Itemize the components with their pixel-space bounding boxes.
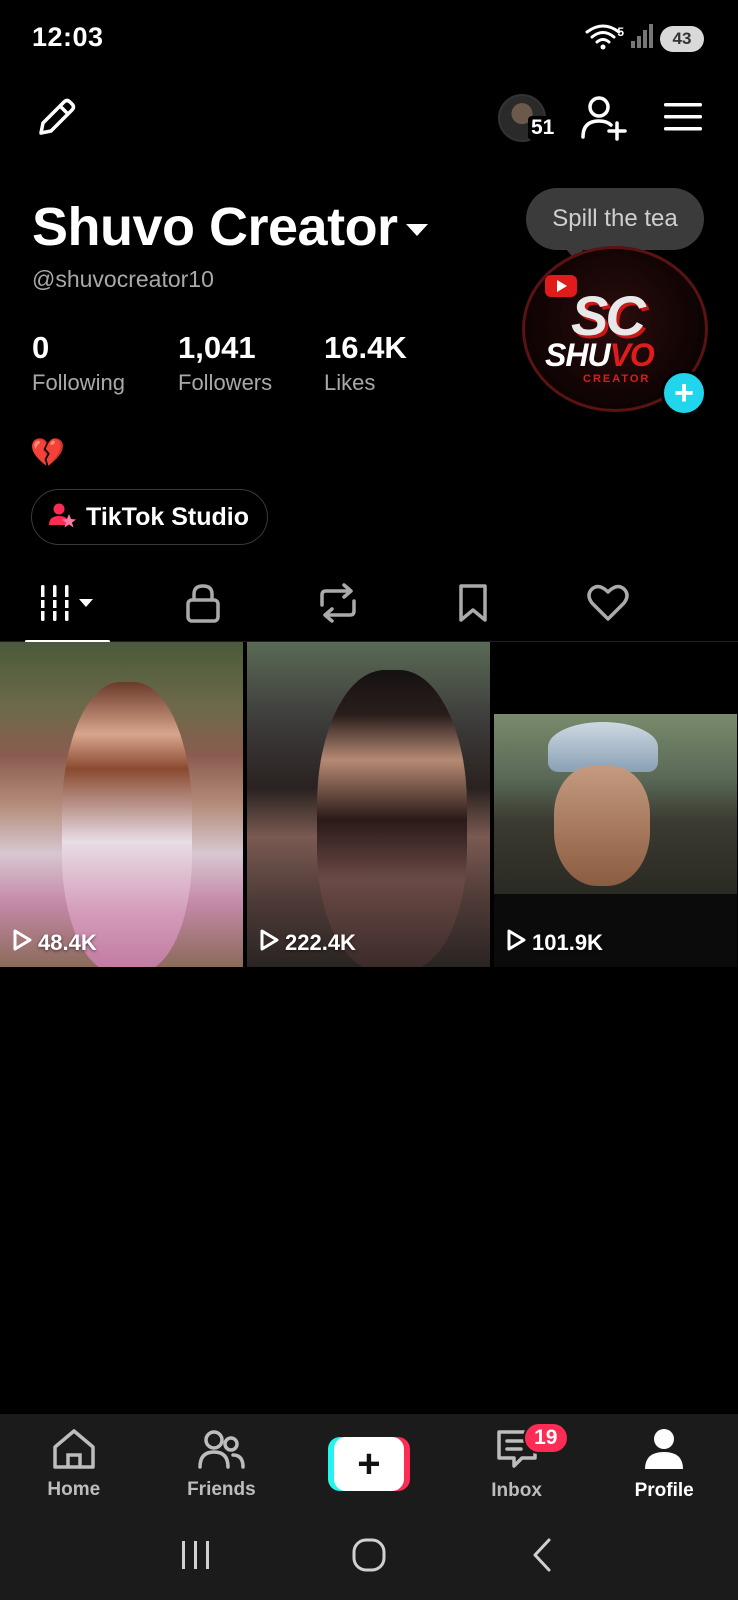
profile-tabs <box>0 568 738 643</box>
play-icon <box>506 929 526 957</box>
note-bubble[interactable]: Spill the tea <box>526 188 704 260</box>
create-button[interactable]: + <box>327 1437 410 1491</box>
nav-label: Inbox <box>491 1479 542 1501</box>
status-bar: 12:03 5 43 <box>0 0 738 80</box>
video-tile[interactable]: 222.4K <box>247 642 490 967</box>
view-count: 222.4K <box>259 929 356 957</box>
avatar-logo-name-a: SHU <box>545 337 611 373</box>
play-icon <box>259 929 279 957</box>
status-time: 12:03 <box>32 22 104 52</box>
nav-inbox[interactable]: Inbox 19 <box>443 1414 591 1514</box>
stat-label: Likes <box>324 370 376 395</box>
view-count-value: 101.9K <box>532 930 603 955</box>
back-system-button[interactable] <box>512 1532 572 1582</box>
studio-button-label: TikTok Studio <box>86 502 249 531</box>
view-count: 48.4K <box>12 929 97 957</box>
avatar-logo-name-b: VO <box>609 337 655 373</box>
add-avatar-button[interactable]: + <box>661 370 707 416</box>
profile-display-name: Shuvo Creator <box>32 197 398 257</box>
tab-liked[interactable] <box>540 568 675 642</box>
stat-value: 0 <box>32 330 50 365</box>
video-tile[interactable]: 48.4K <box>0 642 243 967</box>
inbox-badge: 19 <box>522 1422 569 1454</box>
system-navigation <box>0 1514 738 1600</box>
nav-label: Profile <box>634 1479 694 1501</box>
wifi-band-label: 5 <box>617 24 624 39</box>
bottom-navigation: Home Friends + Inbox 19 Profile <box>0 1414 738 1514</box>
home-circle-icon <box>351 1537 387 1578</box>
video-thumbnail <box>62 682 192 967</box>
video-tile[interactable]: 101.9K <box>494 642 737 967</box>
video-thumbnail <box>317 670 467 967</box>
signal-icon <box>630 23 654 54</box>
lock-icon <box>185 583 221 628</box>
status-icons: 5 43 <box>585 22 704 55</box>
thumbnail-detail <box>554 766 650 886</box>
stat-label: Following <box>32 370 125 395</box>
stat-likes[interactable]: 16.4K Likes <box>324 330 470 396</box>
video-grid: 48.4K 222.4K 101.9K <box>0 642 738 967</box>
profile-username: @shuvocreator10 <box>32 266 214 292</box>
pencil-icon <box>33 95 79 146</box>
nav-friends[interactable]: Friends <box>148 1414 296 1514</box>
profile-icon <box>642 1427 686 1476</box>
nav-label: Friends <box>187 1478 256 1500</box>
menu-button[interactable] <box>658 94 708 144</box>
view-count-value: 48.4K <box>38 930 97 955</box>
add-friend-button[interactable] <box>576 92 632 148</box>
back-chevron-icon <box>529 1537 555 1578</box>
wifi-icon <box>585 22 621 55</box>
view-count-value: 222.4K <box>285 930 356 955</box>
tab-favorites[interactable] <box>405 568 540 642</box>
tab-videos[interactable] <box>0 568 135 643</box>
nav-home[interactable]: Home <box>0 1414 148 1514</box>
bookmark-icon <box>456 583 490 628</box>
friends-icon <box>197 1428 246 1475</box>
nav-label: Home <box>47 1478 101 1500</box>
caret-down-icon <box>405 224 428 236</box>
stat-followers[interactable]: 1,041 Followers <box>178 330 324 396</box>
stat-value: 16.4K <box>324 330 407 365</box>
recent-apps-button[interactable] <box>166 1532 226 1582</box>
tab-reposts[interactable] <box>270 568 405 642</box>
recent-apps-icon <box>179 1539 213 1576</box>
story-count-badge: 51 <box>528 116 558 140</box>
play-icon <box>12 929 32 957</box>
stat-value: 1,041 <box>178 330 256 365</box>
hamburger-menu-icon <box>663 101 703 138</box>
home-system-button[interactable] <box>339 1532 399 1582</box>
profile-bio: 💔 <box>30 437 65 468</box>
view-count: 101.9K <box>506 929 603 957</box>
studio-icon <box>48 501 76 534</box>
home-icon <box>51 1428 97 1475</box>
repost-icon <box>316 582 360 628</box>
heart-icon <box>586 584 629 627</box>
plus-icon: + <box>333 1437 404 1491</box>
tab-private[interactable] <box>135 568 270 642</box>
profile-stats: 0 Following 1,041 Followers 16.4K Likes <box>32 330 470 396</box>
thumbnail-detail <box>548 722 658 772</box>
add-person-icon <box>579 93 629 148</box>
stat-following[interactable]: 0 Following <box>32 330 178 396</box>
edit-profile-button[interactable] <box>30 94 82 146</box>
profile-name-switcher[interactable]: Shuvo Creator <box>32 196 428 258</box>
avatar-logo-sub: CREATOR <box>583 373 651 385</box>
nav-profile[interactable]: Profile <box>590 1414 738 1514</box>
battery-indicator: 43 <box>660 25 704 52</box>
stat-label: Followers <box>178 370 273 395</box>
tiktok-studio-button[interactable]: TikTok Studio <box>31 489 268 545</box>
nav-create[interactable]: + <box>295 1414 443 1514</box>
grid-icon <box>39 583 97 628</box>
plus-icon: + <box>674 374 694 412</box>
top-action-bar: 51 <box>0 88 738 150</box>
avatar-logo-name: SHUVO <box>545 337 655 374</box>
video-thumbnail <box>494 714 737 894</box>
